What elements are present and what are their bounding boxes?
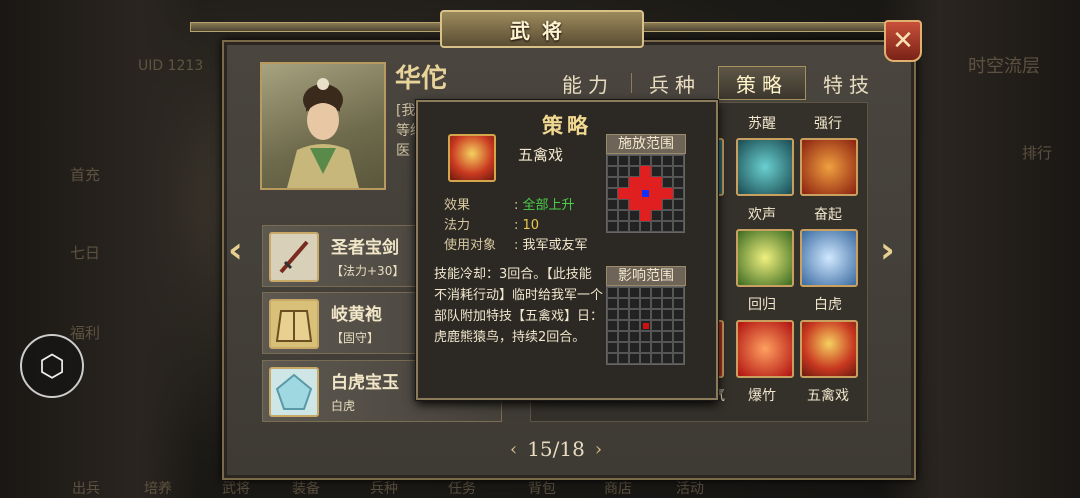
skill-label: 五禽戏 — [807, 388, 849, 404]
row-value: 我军或友军 — [522, 238, 588, 253]
bottom-item-2[interactable]: 武将 — [222, 478, 250, 498]
equipment-sub: 白虎 — [331, 399, 356, 413]
window-title: 武将 — [510, 18, 574, 43]
tooltip-mana-row: 法力: 10 — [444, 214, 539, 233]
effect-range-grid — [606, 286, 685, 365]
tab-troops[interactable]: 兵种 — [632, 67, 718, 99]
cube-icon: ⬡ — [38, 348, 66, 384]
tab-special[interactable]: 特技 — [806, 67, 892, 99]
right-top-label: 时空流层 — [968, 56, 1040, 77]
tooltip-skill-name: 五禽戏 — [518, 146, 564, 164]
sword-icon — [269, 232, 319, 282]
skill-cheer-icon[interactable] — [736, 229, 794, 287]
equipment-sub: 【法力+30】 — [331, 264, 405, 278]
bottom-item-3[interactable]: 装备 — [292, 478, 320, 498]
close-button[interactable]: ✕ — [884, 20, 922, 62]
bottom-item-8[interactable]: 活动 — [676, 478, 704, 498]
tooltip-effect-row: 效果: 全部上升 — [444, 194, 575, 213]
row-label: 法力 — [444, 218, 471, 233]
right-item[interactable]: 排行 — [1022, 142, 1052, 163]
left-item-0[interactable]: 首充 — [70, 164, 100, 185]
bottom-item-5[interactable]: 任务 — [448, 478, 476, 498]
title-plate: 武将 — [440, 10, 644, 48]
skill-label: 奋起 — [814, 207, 842, 223]
tooltip-description: 技能冷却：3回合。【此技能不消耗行动】临时给我军一个部队附加特技【五禽戏】日：虎… — [434, 267, 604, 345]
pager-text: 15/18 — [527, 437, 585, 461]
row-value: 全部上升 — [522, 198, 575, 213]
left-item-1[interactable]: 七日 — [70, 242, 100, 263]
skill-return-icon[interactable] — [736, 320, 794, 378]
left-item-2[interactable]: 福利 — [70, 322, 100, 343]
bottom-item-4[interactable]: 兵种 — [370, 478, 398, 498]
skill-force-icon[interactable] — [800, 138, 858, 196]
skill-rise-icon[interactable] — [800, 229, 858, 287]
effect-range: 影响范围 — [606, 266, 686, 365]
row-label: 效果 — [444, 198, 471, 213]
jade-icon — [269, 367, 319, 417]
hero-name: 华佗 — [395, 64, 448, 94]
skill-label: 强行 — [814, 116, 842, 132]
effect-range-title: 影响范围 — [606, 266, 686, 286]
tab-strategy[interactable]: 策略 — [718, 66, 806, 100]
skill-awaken-icon[interactable] — [736, 138, 794, 196]
uid-label: UID 1213 — [138, 58, 204, 74]
pager-next-button[interactable]: › — [595, 439, 602, 460]
hero-portrait — [260, 62, 386, 190]
bottom-item-1[interactable]: 培养 — [144, 478, 172, 498]
pager: ‹ 15/18 › — [510, 437, 602, 461]
hero-info-line3: 医 — [396, 143, 410, 159]
equipment-name: 圣者宝剑 — [331, 238, 399, 258]
next-hero-arrow[interactable]: › — [880, 230, 895, 271]
hero-figure — [287, 78, 359, 188]
cast-range-grid — [606, 154, 685, 233]
pager-prev-button[interactable]: ‹ — [510, 439, 517, 460]
equipment-name: 岐黄袍 — [331, 305, 382, 325]
cube-menu-button[interactable]: ⬡ — [20, 334, 84, 398]
equipment-sub: 【固守】 — [331, 331, 380, 345]
tooltip-title: 策略 — [542, 114, 592, 138]
tab-ability[interactable]: 能力 — [545, 67, 631, 99]
bottom-item-0[interactable]: 出兵 — [72, 478, 100, 498]
cast-range: 施放范围 — [606, 134, 686, 233]
robe-icon — [269, 299, 319, 349]
hero-info-line1: [我 — [396, 103, 416, 119]
five-animals-icon — [448, 134, 496, 182]
close-icon: ✕ — [892, 26, 914, 56]
prev-hero-arrow[interactable]: ‹ — [228, 230, 243, 271]
skill-label: 白虎 — [814, 297, 842, 313]
bottom-item-6[interactable]: 背包 — [528, 478, 556, 498]
skill-five-animals-icon[interactable] — [800, 320, 858, 378]
tab-bar: 能力 兵种 策略 特技 — [545, 66, 892, 100]
bottom-item-7[interactable]: 商店 — [604, 478, 632, 498]
tooltip-target-row: 使用对象: 我军或友军 — [444, 234, 588, 253]
title-bar: 武将 — [190, 10, 890, 48]
cast-range-title: 施放范围 — [606, 134, 686, 154]
equipment-name: 白虎宝玉 — [331, 373, 399, 393]
row-label: 使用对象 — [444, 238, 497, 253]
strategy-tooltip: 策略 五禽戏 效果: 全部上升 法力: 10 使用对象: 我军或友军 技能冷却：… — [416, 100, 718, 400]
row-value: 10 — [522, 218, 540, 233]
